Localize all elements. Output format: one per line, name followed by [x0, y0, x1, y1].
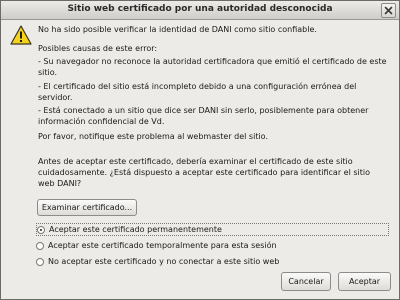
- warning-icon: [10, 25, 32, 45]
- option-label: Aceptar este certificado permanentemente: [49, 225, 222, 234]
- close-button[interactable]: [381, 3, 396, 18]
- cause-item: - El certificado del sitio está incomple…: [38, 82, 357, 102]
- dialog-title: Sitio web certificado por una autoridad …: [67, 4, 333, 14]
- accept-button[interactable]: Aceptar: [338, 272, 391, 291]
- title-bar[interactable]: Sitio web certificado por una autoridad …: [1, 1, 399, 20]
- cancel-button[interactable]: Cancelar: [281, 272, 331, 291]
- headline-text: No ha sido posible verificar la identida…: [38, 25, 317, 34]
- cause-item: - Está conectado a un sitio que dice ser…: [38, 106, 369, 126]
- causes-title: Posibles causas de este error:: [38, 44, 158, 53]
- question-text: Antes de aceptar este certificado, deber…: [38, 157, 370, 188]
- radio-button[interactable]: [37, 225, 45, 234]
- close-icon: [384, 6, 393, 15]
- option-accept-session[interactable]: Aceptar este certificado temporalmente p…: [36, 239, 277, 252]
- radio-button[interactable]: [36, 241, 44, 250]
- option-accept-permanently[interactable]: Aceptar este certificado permanentemente: [36, 223, 389, 236]
- option-label: No aceptar este certificado y no conecta…: [48, 257, 280, 266]
- examine-certificate-button[interactable]: Examinar certificado...: [37, 199, 137, 216]
- radio-button[interactable]: [36, 257, 44, 266]
- option-label: Aceptar este certificado temporalmente p…: [48, 241, 277, 250]
- option-reject[interactable]: No aceptar este certificado y no conecta…: [36, 255, 279, 268]
- certificate-dialog: Sitio web certificado por una autoridad …: [0, 0, 400, 300]
- cause-item: - Su navegador no reconoce la autoridad …: [38, 57, 387, 77]
- notify-text: Por favor, notifique este problema al we…: [38, 132, 268, 141]
